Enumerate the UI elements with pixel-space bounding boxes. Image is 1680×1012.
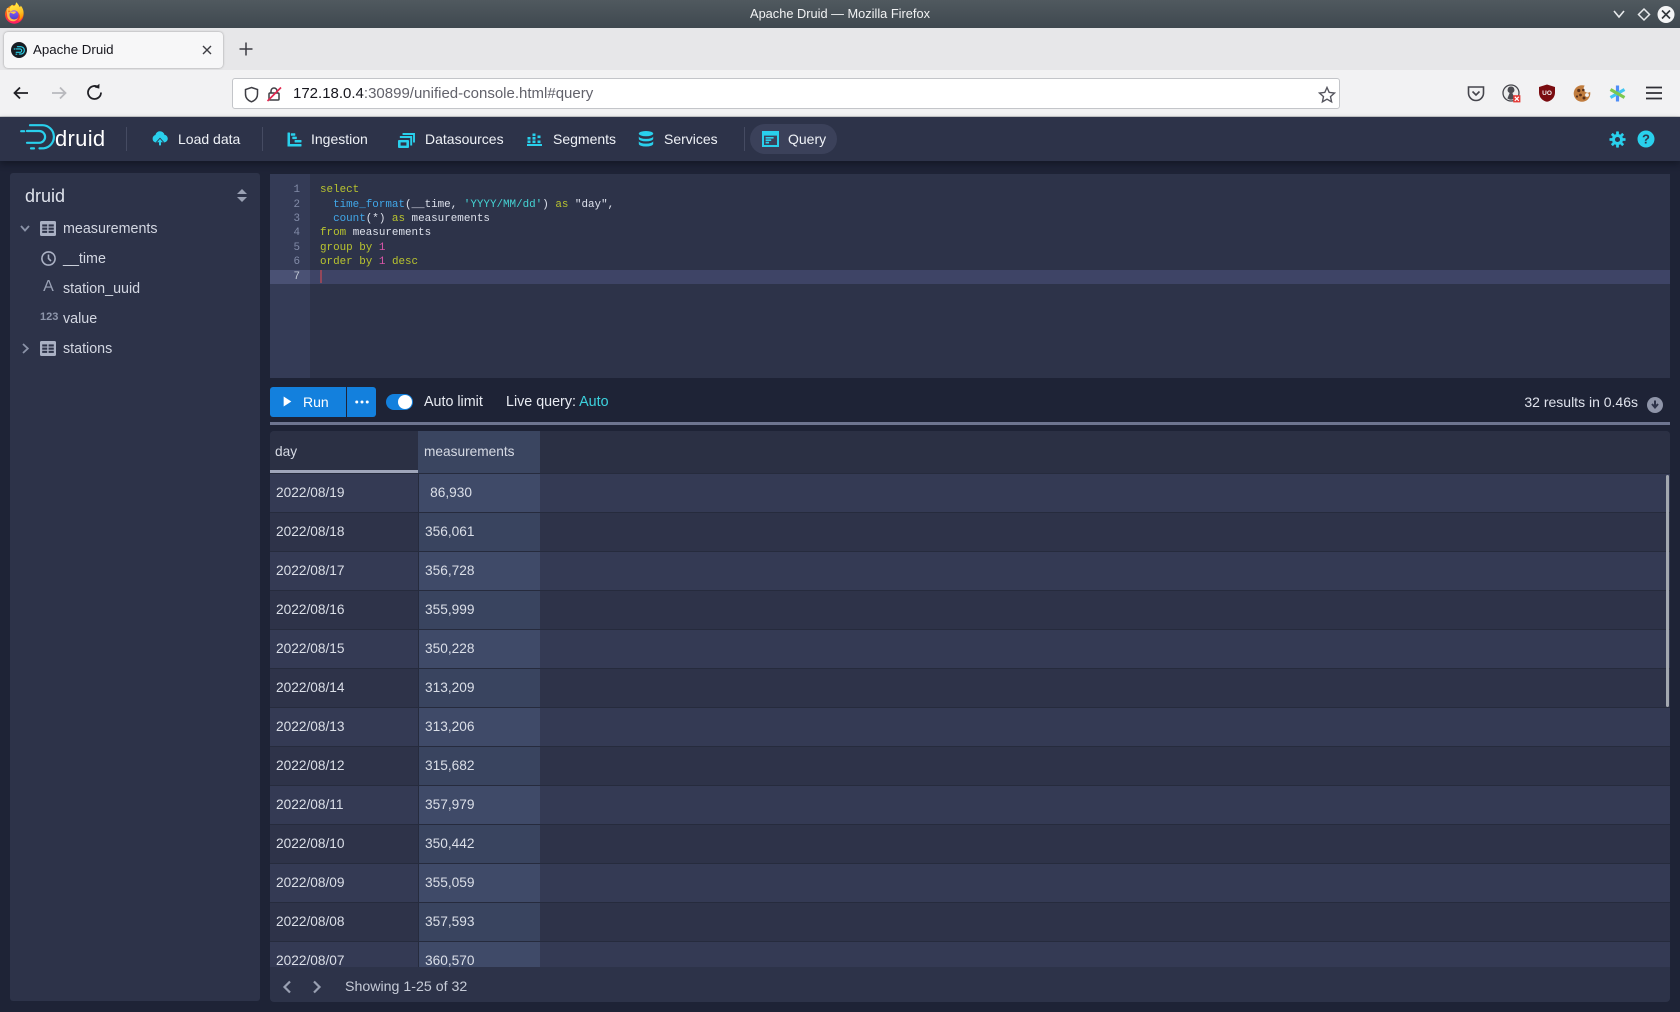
svg-text:UO: UO (1542, 90, 1552, 97)
svg-text:?: ? (1642, 132, 1650, 147)
